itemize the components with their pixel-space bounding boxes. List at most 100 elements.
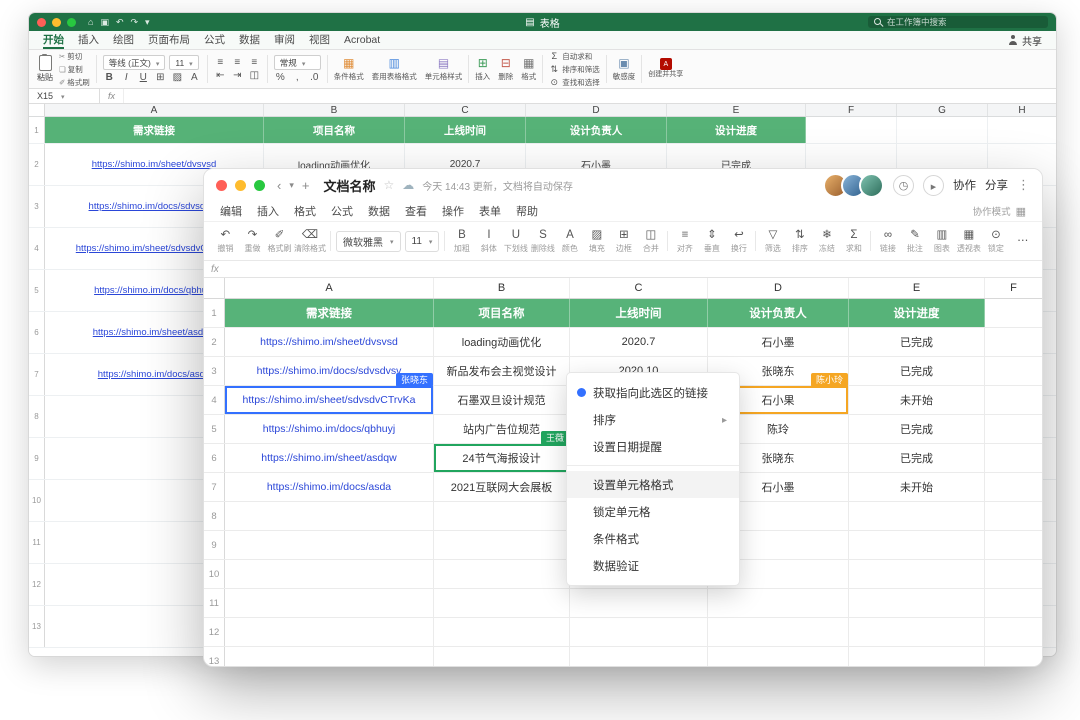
row-number[interactable]: 4 <box>204 386 225 414</box>
header-cell[interactable]: 上线时间 <box>570 299 708 327</box>
row-number[interactable]: 13 <box>29 606 45 647</box>
menu-help[interactable]: 帮助 <box>516 203 538 219</box>
header-cell[interactable]: 设计负责人 <box>708 299 849 327</box>
column-header[interactable]: C <box>570 278 708 298</box>
cell[interactable] <box>225 618 434 646</box>
toolbar-button[interactable]: ↷ 重做 <box>239 229 266 254</box>
cell[interactable] <box>434 618 570 646</box>
cell[interactable] <box>985 386 1042 414</box>
toolbar-button[interactable]: B 加粗 <box>448 229 475 254</box>
zoom-button[interactable] <box>254 180 265 191</box>
cell[interactable] <box>434 560 570 588</box>
toolbar-button[interactable]: ❄ 冻结 <box>813 229 840 254</box>
toolbar-button[interactable]: ∞ 链接 <box>874 229 901 254</box>
star-icon[interactable]: ☆ <box>383 178 394 192</box>
cell[interactable] <box>849 647 985 666</box>
toolbar-button[interactable]: ▨ 填充 <box>583 229 610 254</box>
cell[interactable]: 已完成 <box>849 415 985 443</box>
cell[interactable] <box>985 560 1042 588</box>
toolbar-button[interactable]: S 删除线 <box>529 229 556 254</box>
cell[interactable] <box>985 589 1042 617</box>
present-button[interactable] <box>923 175 944 196</box>
font-family-select[interactable]: 微软雅黑 <box>336 231 401 252</box>
link[interactable]: https://shimo.im/sheet/sdvsdvCTrvKa <box>243 394 416 406</box>
search-input[interactable] <box>887 17 1042 27</box>
link[interactable]: https://shimo.im/sheet/dvsvsd <box>260 336 398 348</box>
caret-down-icon[interactable]: ▾ <box>289 180 294 191</box>
cell[interactable] <box>225 560 434 588</box>
cell[interactable] <box>806 117 897 143</box>
align-left-button[interactable]: ≡ <box>214 57 227 68</box>
row-number[interactable]: 2 <box>29 144 45 185</box>
bold-button[interactable]: B <box>103 72 116 83</box>
cell[interactable] <box>708 618 849 646</box>
tab-data[interactable]: 数据 <box>239 32 260 49</box>
zoom-button[interactable] <box>67 18 76 27</box>
menu-form[interactable]: 表单 <box>479 203 501 219</box>
menu-item-get-selection-link[interactable]: 获取指向此选区的链接 <box>567 379 739 406</box>
cell[interactable] <box>849 618 985 646</box>
row-number[interactable]: 11 <box>29 522 45 563</box>
ribbon-button[interactable]: 格式刷 <box>59 77 90 88</box>
indent-increase-button[interactable]: ⇥ <box>231 70 244 81</box>
cell[interactable]: 未开始 <box>849 386 985 414</box>
row-number[interactable]: 8 <box>29 396 45 437</box>
ribbon-cells-button[interactable]: ⊞ 插入 <box>475 57 490 82</box>
cell[interactable] <box>849 502 985 530</box>
tab-draw[interactable]: 绘图 <box>113 32 134 49</box>
cell[interactable] <box>849 589 985 617</box>
ribbon-editing-button[interactable]: ⊙ 查找和选择 <box>549 77 600 88</box>
row-number[interactable]: 3 <box>29 186 45 227</box>
cell[interactable] <box>434 502 570 530</box>
header-cell[interactable]: 设计进度 <box>849 299 985 327</box>
row-number[interactable]: 9 <box>29 438 45 479</box>
link[interactable]: https://shimo.im/sheet/asdqw <box>261 452 396 464</box>
toolbar-button[interactable]: A 颜色 <box>556 229 583 254</box>
cell[interactable]: loading动画优化 <box>434 328 570 356</box>
share-button[interactable]: 共享 <box>1008 33 1042 48</box>
cell[interactable] <box>225 502 434 530</box>
toolbar-button[interactable]: ▥ 图表 <box>928 229 955 254</box>
ribbon-style-button[interactable]: ▦ 条件格式 <box>334 57 364 82</box>
toolbar-button[interactable]: ↩ 换行 <box>725 229 752 254</box>
sensitivity-button[interactable]: ▣ 敏感度 <box>613 57 636 82</box>
header-cell[interactable]: 设计负责人 <box>526 117 667 143</box>
column-header[interactable]: A <box>45 104 264 116</box>
fill-color-button[interactable]: ▨ <box>171 72 184 83</box>
cell[interactable] <box>708 589 849 617</box>
cell[interactable]: 已完成 <box>849 444 985 472</box>
decimal-button[interactable]: .0 <box>308 72 321 83</box>
row-number[interactable]: 10 <box>204 560 225 588</box>
row-number[interactable]: 2 <box>204 328 225 356</box>
tab-home[interactable]: 开始 <box>43 32 64 49</box>
align-right-button[interactable]: ≡ <box>248 57 261 68</box>
toolbar-button[interactable]: ≡ 对齐 <box>671 229 698 254</box>
column-header[interactable]: F <box>806 104 897 116</box>
toolbar-button[interactable]: ▦ 透视表 <box>955 229 982 254</box>
row-number[interactable]: 3 <box>204 357 225 385</box>
history-button[interactable] <box>893 175 914 196</box>
menu-item-date-reminder[interactable]: 设置日期提醒 <box>567 433 739 460</box>
cell[interactable]: 未开始 <box>849 473 985 501</box>
cell[interactable]: https://shimo.im/sheet/asdqw <box>225 444 434 472</box>
cell[interactable] <box>434 589 570 617</box>
menu-insert[interactable]: 插入 <box>257 203 279 219</box>
menu-item-lock-cells[interactable]: 锁定单元格 <box>567 498 739 525</box>
link[interactable]: https://shimo.im/docs/asda <box>267 481 391 493</box>
tab-insert[interactable]: 插入 <box>78 32 99 49</box>
header-cell[interactable]: 需求链接 <box>225 299 434 327</box>
row-number[interactable]: 13 <box>204 647 225 666</box>
row-number[interactable]: 7 <box>29 354 45 395</box>
row-number[interactable]: 5 <box>29 270 45 311</box>
cell[interactable] <box>985 618 1042 646</box>
cell[interactable]: 已完成 <box>849 328 985 356</box>
close-button[interactable] <box>216 180 227 191</box>
toolbar-button[interactable]: ⇕ 垂直 <box>698 229 725 254</box>
cell[interactable] <box>985 357 1042 385</box>
cell[interactable] <box>985 328 1042 356</box>
avatar[interactable] <box>859 173 884 198</box>
row-number[interactable]: 8 <box>204 502 225 530</box>
menu-item-sort[interactable]: 排序 <box>567 406 739 433</box>
ribbon-editing-button[interactable]: Σ 自动求和 <box>549 51 600 62</box>
name-box[interactable]: X15 <box>29 89 100 103</box>
